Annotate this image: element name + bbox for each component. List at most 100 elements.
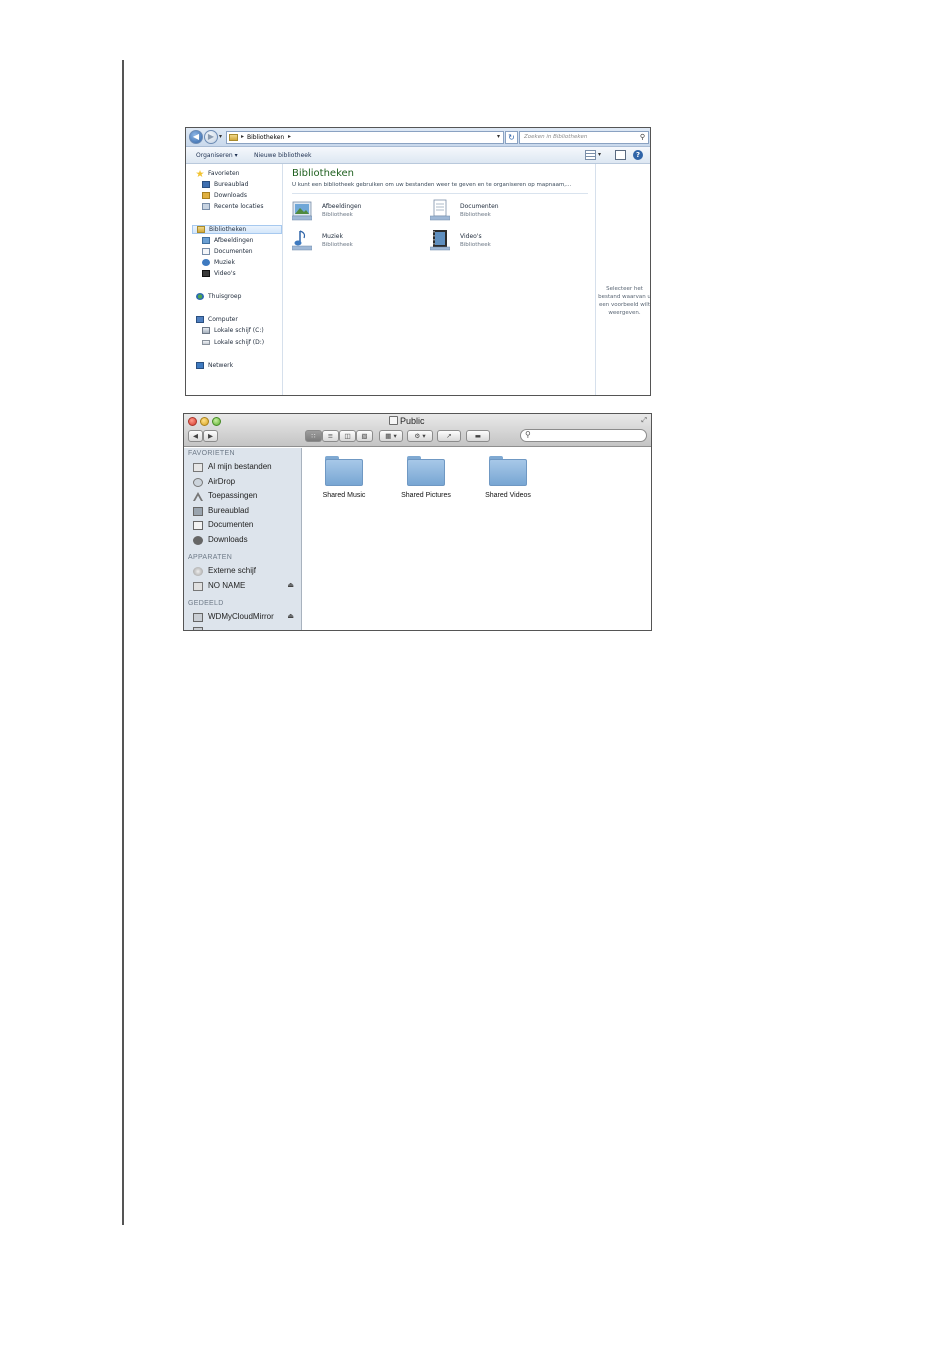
close-button[interactable] [188,417,197,426]
nav-favorites[interactable]: Favorieten [196,170,239,179]
forward-button[interactable]: ▶ [203,430,218,442]
breadcrumb-item[interactable]: Bibliotheken [247,134,284,141]
nav-computer[interactable]: Computer [196,316,238,325]
refresh-button[interactable]: ↻ [505,131,518,144]
column-view-button[interactable]: ◫ [339,430,356,442]
pictures-icon [202,237,210,244]
homegroup-icon [196,293,204,300]
help-icon[interactable]: ? [633,150,643,160]
nav-label: Thuisgroep [208,293,242,300]
search-icon: ⚲ [525,430,531,439]
nav-homegroup[interactable]: Thuisgroep [196,293,241,302]
library-item-music[interactable]: Muziek Bibliotheek [292,229,412,253]
sidebar-label: NO NAME [208,581,246,590]
share-button[interactable]: ↗ [437,430,461,442]
sidebar-item-documents[interactable]: Documenten [193,520,301,532]
airdrop-icon [193,478,203,487]
history-dropdown-icon[interactable]: ▾ [219,133,222,140]
zoom-button[interactable] [212,417,221,426]
nav-item-drive-c[interactable]: Lokale schijf (C:) [202,327,264,336]
folder-shared-videos[interactable]: Shared Videos [467,448,547,508]
breadcrumb-chevron-icon[interactable]: ▸ [241,133,244,140]
forward-button[interactable]: ▶ [204,130,218,144]
page-subtitle: U kunt een bibliotheek gebruiken om uw b… [292,182,572,188]
folder-label: Shared Music [322,492,366,499]
nav-label: Lokale schijf (D:) [214,339,265,346]
organize-button[interactable]: Organiseren ▾ [196,152,238,159]
folder-shared-music[interactable]: Shared Music [303,448,383,508]
preview-hint: Selecteer het bestand waarvan u een voor… [598,286,651,316]
sidebar-label: WDMyCloudMirror [208,612,274,621]
sidebar-section-devices: APPARATEN [188,554,233,561]
search-input[interactable]: ⚲ [520,429,647,442]
address-dropdown-icon[interactable]: ▾ [497,133,500,140]
nav-item-recent[interactable]: Recente locaties [202,203,264,212]
sidebar-section-shared: GEDEELD [188,600,224,607]
nav-item-documents[interactable]: Documenten [202,248,253,257]
change-view-icon[interactable] [585,150,596,160]
nav-label: Lokale schijf (C:) [214,327,264,334]
library-item-documents[interactable]: Documenten Bibliotheek [430,199,550,223]
documents-icon [193,521,203,530]
nav-label: Computer [208,316,238,323]
sidebar-item-external-disk[interactable]: Externe schijf [193,566,301,578]
computer-icon [196,316,204,323]
preview-pane-icon[interactable] [615,150,626,160]
sidebar-item-wdmycloudmirror[interactable]: WDMyCloudMirror ⏏ [193,612,301,624]
coverflow-view-button[interactable]: ▧ [356,430,373,442]
sidebar-item-truncated[interactable] [193,626,301,630]
fullscreen-icon[interactable]: ⤢ [641,416,647,425]
hard-drive-icon [202,340,210,345]
sidebar-item-desktop[interactable]: Bureaublad [193,506,301,518]
breadcrumb-chevron-icon[interactable]: ▸ [288,133,291,140]
search-icon: ⚲ [639,133,645,141]
sidebar-label: Externe schijf [208,566,257,575]
eject-icon[interactable]: ⏏ [287,612,294,620]
nav-item-downloads[interactable]: Downloads [202,192,247,201]
sidebar-item-applications[interactable]: Toepassingen [193,491,301,503]
library-item-videos[interactable]: Video's Bibliotheek [430,229,550,253]
view-dropdown-icon[interactable]: ▾ [598,151,601,158]
tags-button[interactable]: ▬ [466,430,490,442]
nav-label: Recente locaties [214,203,264,210]
navigation-pane: Favorieten Bureaublad Downloads Recente … [186,164,283,395]
divider [292,193,588,194]
address-field[interactable]: ▸ Bibliotheken ▸ ▾ [226,131,504,144]
sidebar-item-airdrop[interactable]: AirDrop [193,477,301,489]
nav-libraries[interactable]: Bibliotheken [192,225,282,234]
nav-item-music[interactable]: Muziek [202,259,235,268]
folder-icon [325,456,363,486]
list-view-button[interactable]: ≡ [322,430,339,442]
folder-shared-pictures[interactable]: Shared Pictures [385,448,465,508]
nav-network[interactable]: Netwerk [196,362,233,371]
arrange-button[interactable]: ▦ ▾ [379,430,403,442]
nav-item-drive-d[interactable]: Lokale schijf (D:) [202,339,264,348]
library-item-pictures[interactable]: Afbeeldingen Bibliotheek [292,199,412,223]
library-type: Bibliotheek [322,242,353,248]
minimize-button[interactable] [200,417,209,426]
nav-label: Muziek [214,259,235,266]
applications-icon [193,492,203,501]
shared-folder-icon [389,416,398,425]
back-button[interactable]: ◀ [188,430,203,442]
music-icon [202,259,210,266]
back-button[interactable]: ◀ [189,130,203,144]
nav-label: Video's [214,270,236,277]
search-input[interactable]: Zoeken in Bibliotheken ⚲ [519,131,649,144]
network-icon [196,362,204,369]
recent-places-icon [202,203,210,210]
nav-item-videos[interactable]: Video's [202,270,236,279]
icon-view-button[interactable]: ∷ [305,430,322,442]
sidebar-section-favorites: FAVORIETEN [188,450,235,457]
preview-pane: Selecteer het bestand waarvan u een voor… [595,164,651,395]
nav-label: Netwerk [208,362,234,369]
new-library-button[interactable]: Nieuwe bibliotheek [254,152,311,159]
action-gear-button[interactable]: ⚙ ▾ [407,430,433,442]
sidebar-item-downloads[interactable]: Downloads [193,535,301,547]
nav-item-desktop[interactable]: Bureaublad [202,181,248,190]
sidebar-item-no-name[interactable]: NO NAME ⏏ [193,581,301,593]
nav-item-pictures[interactable]: Afbeeldingen [202,237,253,246]
eject-icon[interactable]: ⏏ [287,581,294,589]
library-name: Muziek [322,233,343,240]
sidebar-item-all-files[interactable]: Al mijn bestanden [193,462,301,474]
